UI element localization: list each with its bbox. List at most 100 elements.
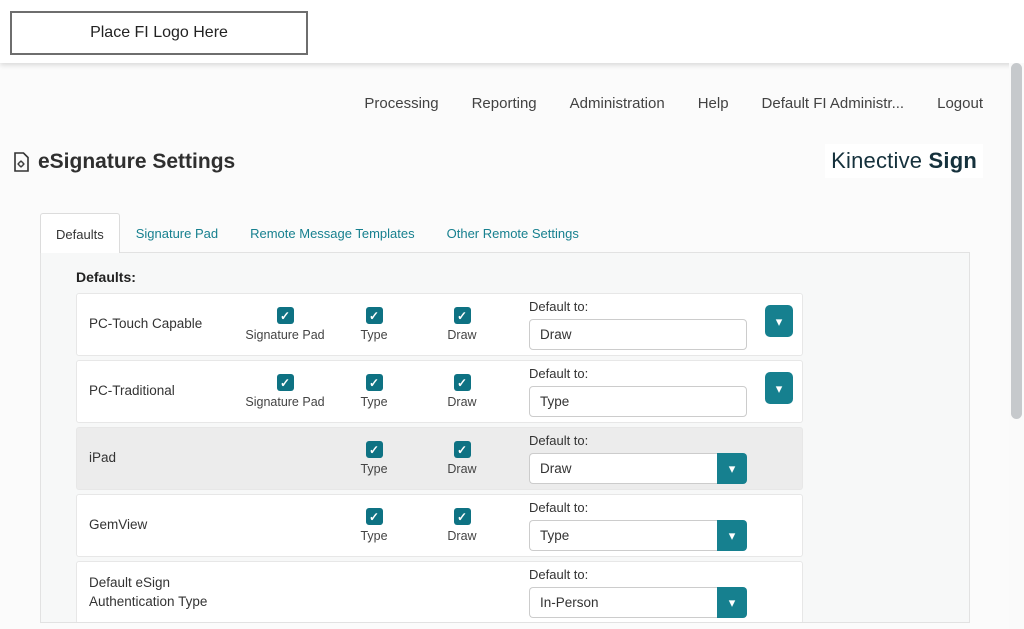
checkbox-draw[interactable]: ✓ [453,307,471,324]
nav-default-fi-administrator[interactable]: Default FI Administr... [762,95,905,112]
check-icon: ✓ [368,509,380,524]
default-to-select: ▾ [529,587,747,618]
checkbox-label: Draw [447,395,477,409]
default-to-group: Default to: ▾ [529,433,749,484]
defaults-panel: Defaults: PC-Touch Capable ✓ Signature P… [40,252,970,623]
chevron-down-icon: ▾ [728,461,736,476]
scrollbar-thumb[interactable] [1011,63,1022,419]
esignature-settings-icon [12,152,30,172]
checkbox-signature-pad[interactable]: ✓ [276,307,294,324]
check-icon: ✓ [279,308,291,323]
check-icon: ✓ [456,509,468,524]
defaults-rows: PC-Touch Capable ✓ Signature Pad ✓ Type … [76,293,803,622]
fi-logo-text: Place FI Logo Here [90,24,228,41]
type-option: ✓ Type [331,508,417,543]
default-to-group: Default to: [529,299,749,350]
brand-product: Sign [928,148,977,173]
checkbox-label: Type [360,462,388,476]
signature-pad-option: ✓ Signature Pad [239,307,331,342]
default-to-input[interactable] [529,453,717,484]
draw-option: ✓ Draw [417,307,507,342]
draw-option: ✓ Draw [417,508,507,543]
checkbox-label: Signature Pad [245,328,325,342]
nav-reporting[interactable]: Reporting [472,95,537,112]
brand-logo: Kinective Sign [825,144,983,178]
default-to-dropdown-button[interactable]: ▾ [717,453,747,484]
check-icon: ✓ [368,308,380,323]
page-title-row: eSignature Settings [12,150,235,174]
default-to-dropdown-button[interactable]: ▾ [717,520,747,551]
row-label: GemView [89,517,148,533]
default-to-input[interactable] [529,587,717,618]
checkbox-type[interactable]: ✓ [365,508,383,525]
brand-name: Kinective [831,148,923,173]
row-gemview: GemView ✓ Type ✓ Draw Default to: ▾ [76,494,803,557]
default-to-select: ▾ [529,453,747,484]
nav-logout[interactable]: Logout [937,95,983,112]
checkbox-draw[interactable]: ✓ [453,441,471,458]
checkbox-label: Signature Pad [245,395,325,409]
fi-logo-placeholder: Place FI Logo Here [10,11,308,55]
chevron-down-icon: ▾ [728,528,736,543]
default-to-label: Default to: [529,299,589,314]
type-option: ✓ Type [331,307,417,342]
tab-defaults[interactable]: Defaults [40,213,120,253]
default-to-input[interactable] [529,520,717,551]
row-label: PC-Traditional [89,383,175,399]
top-bar: Place FI Logo Here [0,0,1024,63]
default-to-group: Default to: ▾ [529,567,749,618]
check-icon: ✓ [279,375,291,390]
chevron-down-icon: ▾ [728,595,736,610]
tab-bar: Defaults Signature Pad Remote Message Te… [40,213,595,254]
checkbox-label: Draw [447,462,477,476]
chevron-down-icon: ▾ [775,313,783,329]
tab-other-remote-settings[interactable]: Other Remote Settings [431,213,595,254]
row-pc-traditional: PC-Traditional ✓ Signature Pad ✓ Type ✓ … [76,360,803,423]
row-ipad: iPad ✓ Type ✓ Draw Default to: ▾ [76,427,803,490]
row-default-esign-authentication-type: Default eSign Authentication Type Defaul… [76,561,803,622]
row-label: PC-Touch Capable [89,316,203,332]
tab-signature-pad[interactable]: Signature Pad [120,213,234,254]
nav-administration[interactable]: Administration [570,95,665,112]
nav-help[interactable]: Help [698,95,729,112]
type-option: ✓ Type [331,441,417,476]
checkbox-type[interactable]: ✓ [365,307,383,324]
checkbox-label: Type [360,529,388,543]
default-to-label: Default to: [529,366,589,381]
default-to-label: Default to: [529,567,589,582]
checkbox-type[interactable]: ✓ [365,374,383,391]
check-icon: ✓ [368,442,380,457]
default-to-label: Default to: [529,433,589,448]
scrollbar[interactable] [1009,63,1024,629]
nav-processing[interactable]: Processing [364,95,438,112]
checkbox-label: Type [360,395,388,409]
checkbox-label: Draw [447,529,477,543]
signature-pad-option: ✓ Signature Pad [239,374,331,409]
default-to-dropdown-button[interactable]: ▾ [717,587,747,618]
checkbox-signature-pad[interactable]: ✓ [276,374,294,391]
check-icon: ✓ [368,375,380,390]
default-to-label: Default to: [529,500,589,515]
row-label: Default eSign Authentication Type [89,575,208,609]
chevron-down-icon: ▾ [775,380,783,396]
draw-option: ✓ Draw [417,441,507,476]
checkbox-draw[interactable]: ✓ [453,508,471,525]
checkbox-label: Type [360,328,388,342]
draw-option: ✓ Draw [417,374,507,409]
check-icon: ✓ [456,308,468,323]
checkbox-draw[interactable]: ✓ [453,374,471,391]
checkbox-label: Draw [447,328,477,342]
default-to-dropdown-button[interactable]: ▾ [765,372,793,404]
checkbox-type[interactable]: ✓ [365,441,383,458]
row-pc-touch-capable: PC-Touch Capable ✓ Signature Pad ✓ Type … [76,293,803,356]
default-to-input[interactable] [529,386,747,417]
default-to-input[interactable] [529,319,747,350]
check-icon: ✓ [456,375,468,390]
default-to-dropdown-button[interactable]: ▾ [765,305,793,337]
tab-remote-message-templates[interactable]: Remote Message Templates [234,213,431,254]
page-title: eSignature Settings [38,150,236,173]
default-to-select: ▾ [529,520,747,551]
default-to-group: Default to: [529,366,749,417]
panel-heading: Defaults: [76,269,136,285]
check-icon: ✓ [456,442,468,457]
